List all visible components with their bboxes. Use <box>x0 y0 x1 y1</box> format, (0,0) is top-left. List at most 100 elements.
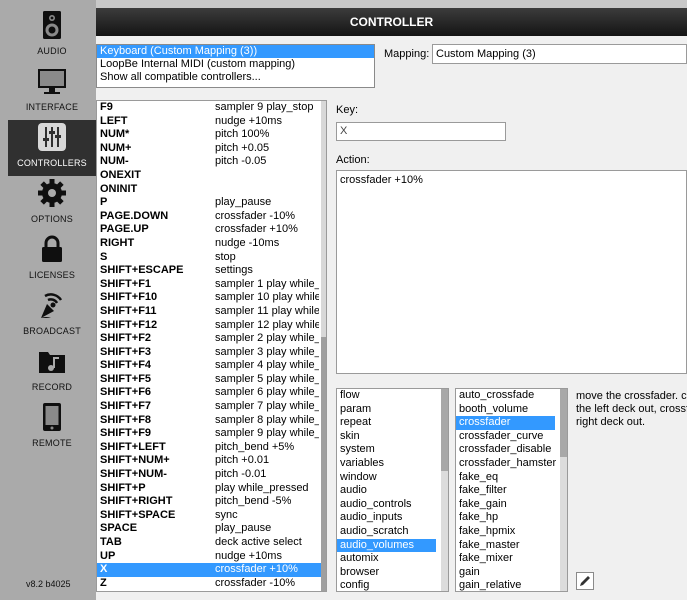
lock-icon <box>42 235 62 262</box>
category-item[interactable]: audio_volumes <box>337 538 436 553</box>
controller-list[interactable]: Keyboard (Custom Mapping (3)) LoopBe Int… <box>96 44 375 88</box>
key-mapping-list[interactable]: F9 sampler 9 play_stop LEFT nudge +10ms NUM*… <box>96 100 327 592</box>
sidebar-item-controllers[interactable]: CONTROLLERS <box>8 120 96 176</box>
controller-list-item[interactable]: LoopBe Internal MIDI (custom mapping) <box>97 58 374 71</box>
key-mapping-row[interactable]: F9 sampler 9 play_stop <box>97 101 321 115</box>
category-item[interactable]: window <box>337 471 436 485</box>
key-list-scroll-thumb[interactable] <box>321 337 326 591</box>
function-item[interactable]: crossfader <box>456 416 555 430</box>
key-mapping-row[interactable]: SHIFT+F11 sampler 11 play while_pressed <box>97 305 321 319</box>
category-item[interactable]: audio <box>337 484 436 498</box>
key-mapping-row[interactable]: SPACE play_pause <box>97 522 321 536</box>
key-mapping-row[interactable]: SHIFT+NUM+ pitch +0.01 <box>97 454 321 468</box>
sidebar-item-audio[interactable]: AUDIO <box>8 8 96 64</box>
controller-list-item[interactable]: Keyboard (Custom Mapping (3)) <box>97 45 374 58</box>
key-mapping-row[interactable]: Sstop <box>97 251 321 265</box>
key-mapping-row[interactable]: RIGHT nudge -10ms <box>97 237 321 251</box>
sidebar-item-interface[interactable]: INTERFACE <box>8 64 96 120</box>
key-mapping-row[interactable]: SHIFT+F5 sampler 5 play while_pressed <box>97 373 321 387</box>
function-scrollbar[interactable] <box>560 389 567 591</box>
key-mapping-row[interactable]: NUM-pitch -0.05 <box>97 155 321 169</box>
category-scroll-thumb[interactable] <box>441 389 448 471</box>
key-mapping-row[interactable]: SHIFT+LEFT pitch_bend +5% <box>97 441 321 455</box>
key-action: play_pause <box>215 196 272 209</box>
key-mapping-row[interactable]: PAGE.UP crossfader +10% <box>97 223 321 237</box>
category-scrollbar[interactable] <box>441 389 448 591</box>
key-mapping-row[interactable]: SHIFT+F12 sampler 12 play while_pressed <box>97 319 321 333</box>
sidebar-item-record[interactable]: RECORD <box>8 344 96 400</box>
function-item[interactable]: gain <box>456 566 555 580</box>
key-mapping-row[interactable]: SHIFT+F9 sampler 9 play while_pressed <box>97 427 321 441</box>
category-item[interactable]: variables <box>337 457 436 471</box>
category-item[interactable]: audio_scratch <box>337 525 436 539</box>
key-action: pitch_bend -5% <box>215 495 292 508</box>
key-mapping-row[interactable]: SHIFT+F6 sampler 6 play while_pressed <box>97 386 321 400</box>
key-mapping-row[interactable]: SHIFT+F8 sampler 8 play while_pressed <box>97 414 321 428</box>
function-item[interactable]: fake_eq <box>456 471 555 485</box>
controller-list-item[interactable]: Show all compatible controllers... <box>97 71 374 84</box>
key-mapping-row[interactable]: SHIFT+F3 sampler 3 play while_pressed <box>97 346 321 360</box>
key-mapping-row[interactable]: NUM* pitch 100% <box>97 128 321 142</box>
key-mapping-row[interactable]: SHIFT+F1 sampler 1 play while_pressed <box>97 278 321 292</box>
function-item[interactable]: crossfader_hamster <box>456 457 556 471</box>
category-item[interactable]: browser <box>337 566 436 580</box>
action-textarea[interactable]: crossfader +10% <box>336 170 687 374</box>
category-item[interactable]: param <box>337 403 436 417</box>
category-item[interactable]: skin <box>337 430 436 444</box>
edit-button[interactable] <box>576 572 594 590</box>
category-item[interactable]: audio_controls <box>337 498 436 512</box>
function-item[interactable]: booth_volume <box>456 403 555 417</box>
key-mapping-row[interactable]: ONINIT <box>97 183 321 197</box>
function-item[interactable]: fake_mixer <box>456 552 555 566</box>
key-mapping-row[interactable]: SHIFT+F10 sampler 10 play while_pressed <box>97 291 321 305</box>
category-item[interactable]: flow <box>337 389 436 403</box>
key-input[interactable]: X <box>336 122 506 141</box>
sidebar-item-label: AUDIO <box>37 46 67 56</box>
sidebar-item-options[interactable]: OPTIONS <box>8 176 96 232</box>
key-mapping-row[interactable]: Xcrossfader +10% <box>97 563 321 577</box>
category-item[interactable]: system <box>337 443 436 457</box>
category-item[interactable]: automix <box>337 552 436 566</box>
category-item[interactable]: repeat <box>337 416 436 430</box>
function-item[interactable]: fake_master <box>456 539 555 553</box>
function-item[interactable]: fake_filter <box>456 484 555 498</box>
function-item[interactable]: crossfader_curve <box>456 430 555 444</box>
key-mapping-row[interactable]: SHIFT+ESCAPE settings <box>97 264 321 278</box>
key-mapping-row[interactable]: SHIFT+F7 sampler 7 play while_pressed <box>97 400 321 414</box>
category-item[interactable]: audio_inputs <box>337 511 436 525</box>
key-mapping-row[interactable]: SHIFT+P play while_pressed <box>97 482 321 496</box>
function-help-text: move the crossfader. crossfader +10% mov… <box>576 390 687 450</box>
key-name: SHIFT+F7 <box>100 400 152 413</box>
key-name: Z <box>100 576 107 589</box>
sidebar-item-licenses[interactable]: LICENSES <box>8 232 96 288</box>
key-mapping-row[interactable]: ONEXIT <box>97 169 321 183</box>
key-mapping-row[interactable]: LEFT nudge +10ms <box>97 115 321 129</box>
sidebar-item-broadcast[interactable]: BROADCAST <box>8 288 96 344</box>
sidebar-item-remote[interactable]: REMOTE <box>8 400 96 456</box>
function-item[interactable]: auto_crossfade <box>456 389 555 403</box>
sidebar-item-label: RECORD <box>31 382 73 392</box>
function-item[interactable]: gain_relative <box>456 579 555 591</box>
key-list-scrollbar[interactable] <box>321 101 326 591</box>
function-item[interactable]: fake_gain <box>456 498 555 512</box>
key-mapping-row[interactable]: SHIFT+NUM-pitch -0.01 <box>97 468 321 482</box>
key-mapping-row[interactable]: SHIFT+RIGHT pitch_bend -5% <box>97 495 321 509</box>
key-mapping-row[interactable]: NUM+ pitch +0.05 <box>97 142 321 156</box>
category-item[interactable]: config <box>337 579 436 591</box>
key-mapping-row[interactable]: TAB deck active select <box>97 536 321 550</box>
key-mapping-row[interactable]: SHIFT+SPACE sync <box>97 509 321 523</box>
key-mapping-row[interactable]: Pplay_pause <box>97 196 321 210</box>
function-scroll-thumb[interactable] <box>560 389 567 457</box>
function-item[interactable]: fake_hp <box>456 511 555 525</box>
function-list[interactable]: auto_crossfade booth_volume crossfader cros… <box>455 388 568 592</box>
key-action: stop <box>215 250 236 263</box>
key-mapping-row[interactable]: SHIFT+F4 sampler 4 play while_pressed <box>97 359 321 373</box>
function-item[interactable]: fake_hpmix <box>456 525 555 539</box>
key-mapping-row[interactable]: PAGE.DOWN crossfader -10% <box>97 210 321 224</box>
key-mapping-row[interactable]: UP nudge +10ms <box>97 550 321 564</box>
key-mapping-row[interactable]: SHIFT+F2 sampler 2 play while_pressed <box>97 332 321 346</box>
category-list[interactable]: flow param repeat skin system variables window… <box>336 388 449 592</box>
mapping-select[interactable]: Custom Mapping (3) <box>432 44 687 64</box>
key-mapping-row[interactable]: Zcrossfader -10% <box>97 577 321 591</box>
function-item[interactable]: crossfader_disable <box>456 443 555 457</box>
